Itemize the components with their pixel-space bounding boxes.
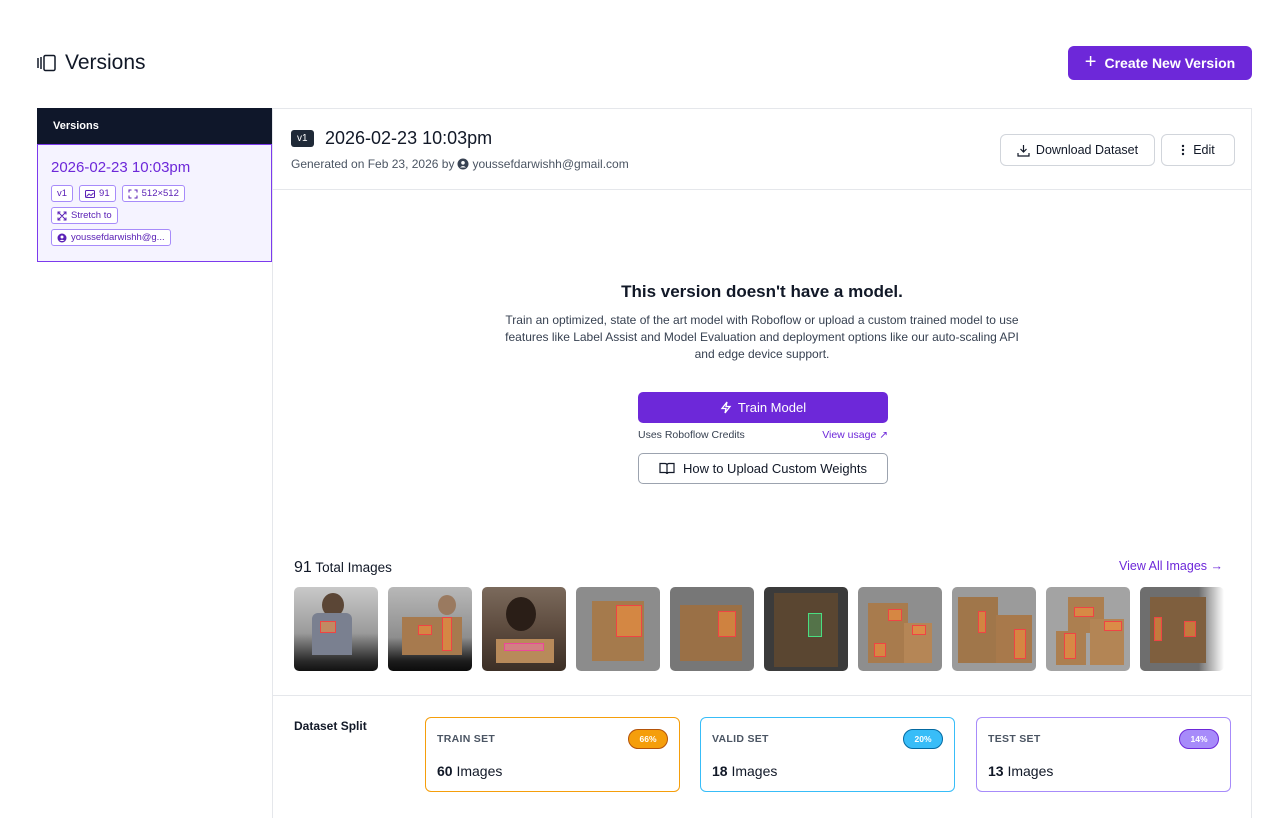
- view-all-images-link[interactable]: View All Images →: [1119, 559, 1223, 573]
- no-model-description: Train an optimized, state of the art mod…: [505, 313, 1019, 361]
- versions-sidebar: Versions 2026-02-23 10:03pm v1 91 512×51…: [37, 108, 272, 262]
- image-icon: [85, 189, 96, 198]
- image-thumbnail[interactable]: [952, 587, 1036, 671]
- valid-set-unit: Images: [731, 763, 778, 779]
- valid-set-percent: 20%: [903, 729, 943, 749]
- dataset-split-section: Dataset Split TRAIN SET 66% 60 Images VA…: [273, 695, 1251, 818]
- image-count-tag: 91: [79, 185, 116, 202]
- test-set-name: TEST SET: [988, 733, 1041, 745]
- total-images-label: Total Images: [315, 560, 392, 575]
- create-new-version-button[interactable]: + Create New Version: [1068, 46, 1252, 80]
- more-vertical-icon: [1182, 144, 1185, 156]
- version-title: 2026-02-23 10:03pm: [325, 128, 493, 148]
- valid-set-card: VALID SET 20% 18 Images: [700, 717, 955, 792]
- image-thumbnail[interactable]: [670, 587, 754, 671]
- download-icon: [1017, 144, 1030, 157]
- edit-label: Edit: [1193, 143, 1215, 157]
- resize-icon: [128, 189, 138, 198]
- version-header: v1 2026-02-23 10:03pm Generated on Feb 2…: [273, 109, 1251, 190]
- user-circle-icon: [57, 233, 67, 242]
- dataset-split-label: Dataset Split: [294, 719, 367, 733]
- test-set-count: 13: [988, 763, 1004, 779]
- image-thumbnail[interactable]: [1046, 587, 1130, 671]
- image-thumbnail[interactable]: [482, 587, 566, 671]
- total-images: 91 Total Images: [294, 559, 392, 577]
- upload-custom-weights-label: How to Upload Custom Weights: [682, 461, 867, 476]
- version-tag: v1: [51, 185, 74, 202]
- view-usage-link[interactable]: View usage ↗: [822, 429, 888, 441]
- user-tag-label: youssefdarwishh@g...: [71, 232, 165, 243]
- upload-custom-weights-button[interactable]: How to Upload Custom Weights: [638, 453, 888, 484]
- edit-button[interactable]: Edit: [1161, 134, 1235, 166]
- total-images-count: 91: [294, 559, 312, 576]
- credits-text: Uses Roboflow Credits: [638, 429, 745, 441]
- valid-set-count: 18: [712, 763, 728, 779]
- valid-set-name: VALID SET: [712, 733, 769, 745]
- image-thumbnail[interactable]: [858, 587, 942, 671]
- image-thumbnail[interactable]: [764, 587, 848, 671]
- image-count-label: 91: [99, 188, 110, 199]
- tag-row: youssefdarwishh@g...: [51, 229, 271, 246]
- train-set-percent: 66%: [628, 729, 668, 749]
- test-set-count-wrap: 13 Images: [988, 763, 1053, 779]
- resize-mode-tag: Stretch to: [51, 207, 118, 224]
- train-set-count: 60: [437, 763, 453, 779]
- book-icon: [659, 462, 675, 475]
- resize-mode-label: Stretch to: [71, 210, 112, 221]
- image-thumbnail[interactable]: [294, 587, 378, 671]
- train-model-label: Train Model: [737, 400, 807, 415]
- image-thumbnail[interactable]: [1140, 587, 1224, 671]
- download-dataset-label: Download Dataset: [1035, 143, 1139, 157]
- no-model-section: This version doesn't have a model. Train…: [273, 282, 1251, 363]
- versions-icon: [37, 54, 57, 72]
- test-set-percent: 14%: [1179, 729, 1219, 749]
- plus-icon: +: [1084, 51, 1097, 73]
- tag-row: Stretch to: [51, 207, 271, 224]
- size-tag: 512×512: [121, 185, 185, 202]
- version-card-date: 2026-02-23 10:03pm: [51, 159, 191, 176]
- valid-set-count-wrap: 18 Images: [712, 763, 777, 779]
- generated-prefix: Generated on Feb 23, 2026 by: [291, 157, 455, 171]
- user-tag: youssefdarwishh@g...: [51, 229, 171, 246]
- stretch-icon: [57, 211, 67, 220]
- tag-row: v1 91 512×512: [51, 185, 271, 202]
- generated-user: youssefdarwishh@gmail.com: [472, 157, 629, 171]
- page-title: Versions: [65, 51, 146, 74]
- test-set-unit: Images: [1007, 763, 1054, 779]
- create-new-version-label: Create New Version: [1104, 55, 1236, 71]
- version-detail-panel: v1 2026-02-23 10:03pm Generated on Feb 2…: [272, 108, 1252, 818]
- version-badge: v1: [291, 130, 314, 147]
- train-set-card: TRAIN SET 66% 60 Images: [425, 717, 680, 792]
- train-model-button[interactable]: Train Model: [638, 392, 888, 423]
- image-thumbnail[interactable]: [576, 587, 660, 671]
- sidebar-header: Versions: [37, 108, 272, 144]
- download-dataset-button[interactable]: Download Dataset: [1000, 134, 1155, 166]
- train-set-unit: Images: [456, 763, 503, 779]
- version-tag-label: v1: [57, 188, 68, 199]
- test-set-card: TEST SET 14% 13 Images: [976, 717, 1231, 792]
- image-thumbnails: [294, 587, 1224, 671]
- page-header: Versions + Create New Version: [37, 46, 1252, 82]
- page-title-wrap: Versions: [37, 51, 146, 75]
- generated-info: Generated on Feb 23, 2026 by youssefdarw…: [291, 157, 629, 171]
- no-model-title: This version doesn't have a model.: [621, 282, 903, 301]
- size-label: 512×512: [141, 188, 179, 199]
- user-circle-icon: [457, 158, 469, 170]
- train-set-count-wrap: 60 Images: [437, 763, 502, 779]
- image-thumbnail[interactable]: [388, 587, 472, 671]
- version-card[interactable]: 2026-02-23 10:03pm v1 91 512×512 Stretch…: [37, 144, 272, 262]
- train-set-name: TRAIN SET: [437, 733, 496, 745]
- lightning-icon: [720, 401, 732, 414]
